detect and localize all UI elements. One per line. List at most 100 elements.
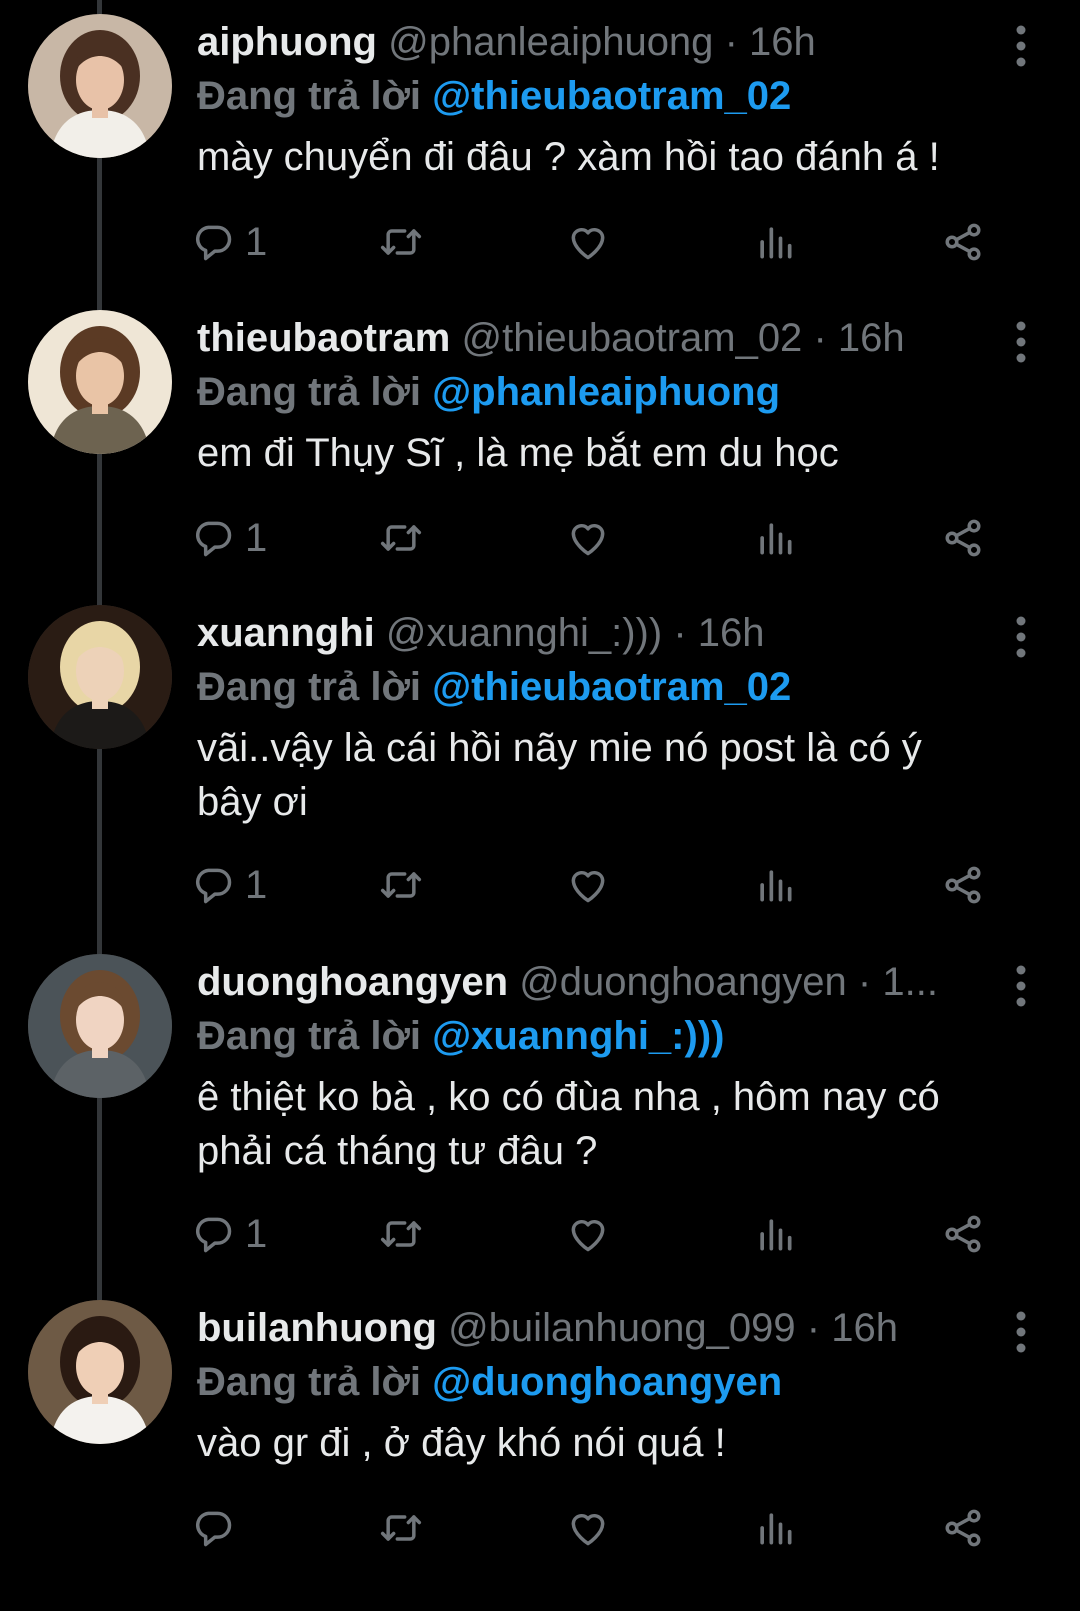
share-button[interactable]	[941, 508, 985, 568]
heart-icon	[566, 1506, 610, 1550]
replying-to-label: Đang trả lời	[197, 1360, 422, 1404]
tweet-text: vào gr đi , ở đây khó nói quá !	[197, 1416, 997, 1470]
mention-link[interactable]: @duonghoangyen	[432, 1360, 782, 1404]
mention-link[interactable]: @thieubaotram_02	[432, 74, 791, 118]
retweet-icon	[379, 1506, 423, 1550]
share-icon	[941, 1506, 985, 1550]
tweet-text: ê thiệt ko bà , ko có đùa nha , hôm nay …	[197, 1070, 997, 1178]
share-icon	[941, 516, 985, 560]
tweet-actions: 1	[196, 212, 1037, 272]
retweet-button[interactable]	[379, 855, 423, 915]
tweet-header: thieubaotram @thieubaotram_02 · 16h	[197, 310, 997, 366]
replying-to: Đang trả lời @duonghoangyen	[197, 1356, 997, 1408]
timestamp[interactable]: 16h	[749, 20, 816, 64]
share-button[interactable]	[941, 1498, 985, 1558]
author-handle[interactable]: @duonghoangyen	[519, 960, 847, 1004]
author-name[interactable]: duonghoangyen	[197, 960, 508, 1004]
retweet-button[interactable]	[379, 1204, 423, 1264]
more-vertical-icon[interactable]	[1003, 962, 1039, 1010]
like-button[interactable]	[566, 855, 610, 915]
author-handle[interactable]: @thieubaotram_02	[461, 316, 802, 360]
timestamp[interactable]: 1...	[882, 960, 938, 1004]
share-icon	[941, 220, 985, 264]
replying-to-label: Đang trả lời	[197, 370, 422, 414]
retweet-icon	[379, 220, 423, 264]
like-button[interactable]	[566, 1498, 610, 1558]
reply-count: 1	[245, 1211, 268, 1256]
reply-button[interactable]: 1	[191, 855, 267, 915]
views-icon	[753, 863, 797, 907]
views-button[interactable]	[753, 1498, 797, 1558]
separator-dot: ·	[806, 1306, 821, 1350]
like-button[interactable]	[566, 1204, 610, 1264]
replying-to-label: Đang trả lời	[197, 665, 422, 709]
share-icon	[941, 863, 985, 907]
author-name[interactable]: aiphuong	[197, 20, 377, 64]
retweet-button[interactable]	[379, 1498, 423, 1558]
tweet-actions	[196, 1498, 1037, 1558]
views-button[interactable]	[753, 212, 797, 272]
tweet-text-line: mày chuyển đi đâu ? xàm hồi tao đánh á !	[197, 135, 940, 179]
author-name[interactable]: builanhuong	[197, 1306, 437, 1350]
timestamp[interactable]: 16h	[838, 316, 905, 360]
reply-icon	[191, 1506, 235, 1550]
share-icon	[941, 1212, 985, 1256]
avatar[interactable]	[28, 14, 172, 158]
tweet-text-line: ê thiệt ko bà , ko có đùa nha , hôm nay …	[197, 1075, 940, 1119]
views-button[interactable]	[753, 855, 797, 915]
tweet-header: aiphuong @phanleaiphuong · 16h	[197, 14, 997, 70]
tweet-header: builanhuong @builanhuong_099 · 16h	[197, 1300, 997, 1356]
timestamp[interactable]: 16h	[698, 611, 765, 655]
reply-count: 1	[245, 515, 268, 560]
share-button[interactable]	[941, 1204, 985, 1264]
separator-dot: ·	[673, 611, 687, 655]
tweet-content: builanhuong @builanhuong_099 · 16h Đang …	[197, 1300, 997, 1470]
more-vertical-icon[interactable]	[1003, 318, 1039, 366]
author-name[interactable]: thieubaotram	[197, 316, 450, 360]
avatar[interactable]	[28, 954, 172, 1098]
mention-link[interactable]: @thieubaotram_02	[432, 665, 791, 709]
avatar[interactable]	[28, 605, 172, 749]
author-handle[interactable]: @xuannghi_:)))	[386, 611, 662, 655]
avatar[interactable]	[28, 1300, 172, 1444]
views-icon	[753, 516, 797, 560]
author-name[interactable]: xuannghi	[197, 611, 375, 655]
like-button[interactable]	[566, 508, 610, 568]
reply-button[interactable]: 1	[191, 212, 267, 272]
tweet-content: duonghoangyen @duonghoangyen · 1... Đang…	[197, 954, 997, 1178]
reply-button[interactable]	[191, 1498, 245, 1558]
views-button[interactable]	[753, 508, 797, 568]
tweet-actions: 1	[196, 1204, 1037, 1264]
reply-button[interactable]: 1	[191, 508, 267, 568]
avatar[interactable]	[28, 310, 172, 454]
timestamp[interactable]: 16h	[831, 1306, 898, 1350]
reply-button[interactable]: 1	[191, 1204, 267, 1264]
replying-to: Đang trả lời @thieubaotram_02	[197, 70, 997, 122]
views-button[interactable]	[753, 1204, 797, 1264]
separator-dot: ·	[813, 316, 827, 360]
tweet-actions: 1	[196, 508, 1037, 568]
replying-to-label: Đang trả lời	[197, 74, 422, 118]
retweet-icon	[379, 863, 423, 907]
reply-icon	[191, 220, 235, 264]
tweet-actions: 1	[196, 855, 1037, 915]
heart-icon	[566, 220, 610, 264]
tweet-text: em đi Thụy Sĩ , là mẹ bắt em du học	[197, 426, 997, 480]
like-button[interactable]	[566, 212, 610, 272]
mention-link[interactable]: @phanleaiphuong	[432, 370, 780, 414]
tweet-text-line: bây ơi	[197, 780, 308, 824]
retweet-button[interactable]	[379, 508, 423, 568]
author-handle[interactable]: @builanhuong_099	[448, 1306, 796, 1350]
mention-link[interactable]: @xuannghi_:)))	[432, 1014, 724, 1058]
share-button[interactable]	[941, 212, 985, 272]
more-vertical-icon[interactable]	[1003, 22, 1039, 70]
retweet-button[interactable]	[379, 212, 423, 272]
share-button[interactable]	[941, 855, 985, 915]
more-vertical-icon[interactable]	[1003, 613, 1039, 661]
separator-dot: ·	[724, 20, 738, 64]
tweet-text-line: vãi..vậy là cái hồi nãy mie nó post là c…	[197, 726, 922, 770]
more-vertical-icon[interactable]	[1003, 1308, 1039, 1356]
replying-to-label: Đang trả lời	[197, 1014, 422, 1058]
retweet-icon	[379, 1212, 423, 1256]
author-handle[interactable]: @phanleaiphuong	[388, 20, 713, 64]
